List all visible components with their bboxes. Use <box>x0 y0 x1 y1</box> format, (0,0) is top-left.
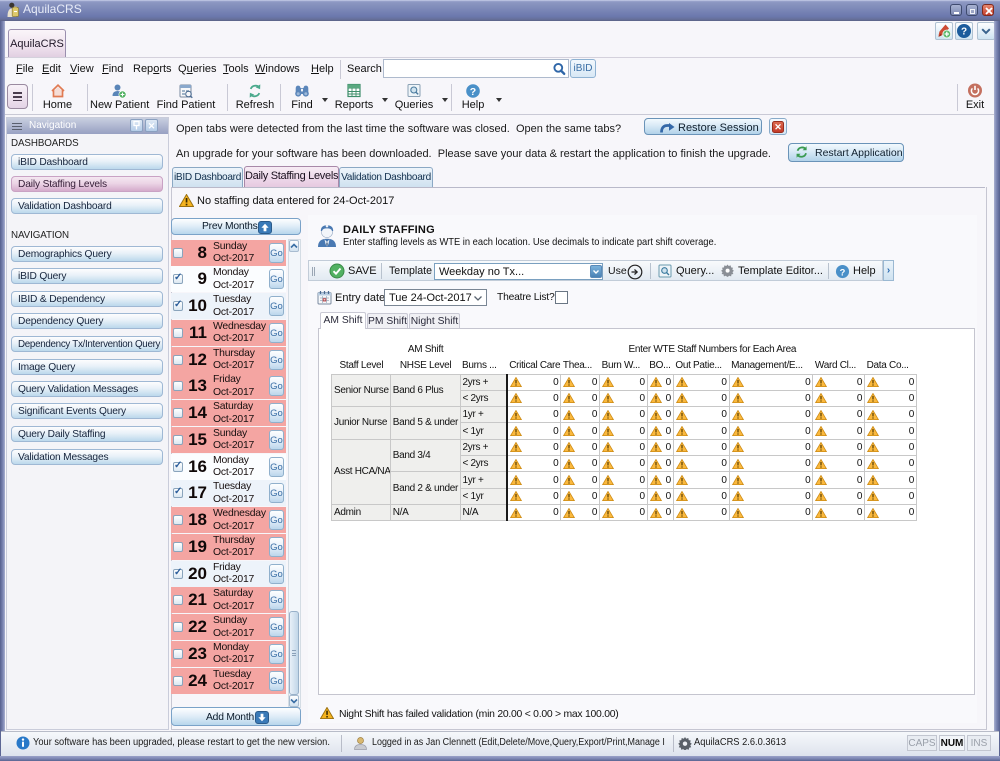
svg-text:?: ? <box>961 27 967 38</box>
svg-text:?: ? <box>470 86 476 98</box>
svg-text:?: ? <box>840 267 846 277</box>
